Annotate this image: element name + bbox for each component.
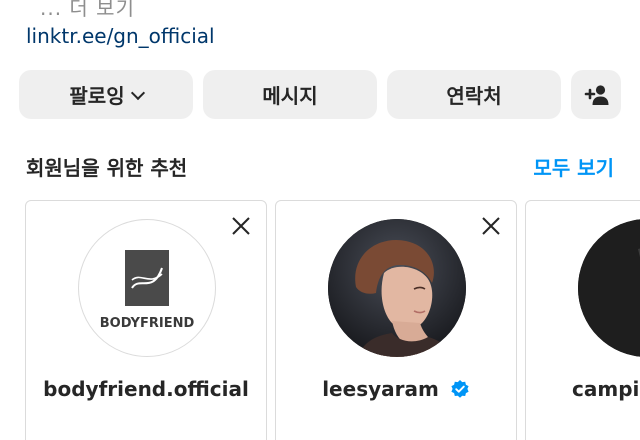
verified-badge-icon xyxy=(451,380,469,398)
avatar[interactable]: BODYFRIEND xyxy=(78,219,216,357)
avatar[interactable] xyxy=(328,219,466,357)
bio-external-link[interactable]: linktr.ee/gn_official xyxy=(26,24,215,48)
close-icon[interactable] xyxy=(480,215,502,237)
suggested-account-card[interactable]: campin xyxy=(525,200,640,440)
contact-button-label: 연락처 xyxy=(446,84,502,108)
bio-more-link[interactable]: ... 더 보기 xyxy=(40,0,135,21)
suggested-section-title: 회원님을 위한 추천 xyxy=(26,156,188,180)
suggested-username[interactable]: bodyfriend.official xyxy=(26,377,266,401)
profile-photo xyxy=(578,219,640,357)
avatar-logo-text: BODYFRIEND xyxy=(99,316,195,331)
see-all-link[interactable]: 모두 보기 xyxy=(533,152,614,181)
suggested-username-row: leesyaram xyxy=(276,377,516,401)
chevron-down-icon xyxy=(130,85,145,100)
message-button[interactable]: 메시지 xyxy=(203,70,377,119)
avatar[interactable] xyxy=(578,219,640,357)
suggested-username[interactable]: campin xyxy=(572,377,640,401)
message-button-label: 메시지 xyxy=(262,84,318,108)
profile-screen: ... 더 보기 linktr.ee/gn_official 팔로잉 메시지 연… xyxy=(0,0,640,440)
suggest-people-button[interactable] xyxy=(571,70,621,119)
following-button[interactable]: 팔로잉 xyxy=(19,70,193,119)
contact-button[interactable]: 연락처 xyxy=(387,70,561,119)
suggested-username[interactable]: leesyaram xyxy=(322,377,439,401)
suggested-account-card[interactable]: BODYFRIEND bodyfriend.official xyxy=(25,200,267,440)
person-plus-icon xyxy=(584,84,609,105)
following-button-label: 팔로잉 xyxy=(69,84,125,108)
profile-photo xyxy=(328,219,466,357)
close-icon[interactable] xyxy=(230,215,252,237)
suggested-account-card[interactable]: leesyaram xyxy=(275,200,517,440)
bodyfriend-logo xyxy=(125,250,169,306)
